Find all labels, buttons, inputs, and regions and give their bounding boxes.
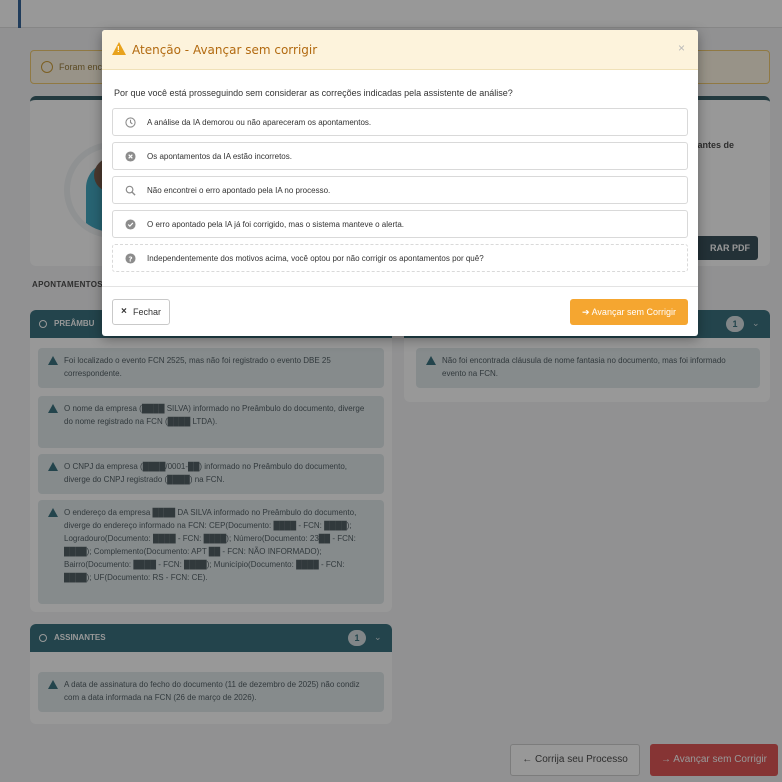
modal-advance-button-label: Avançar sem Corrigir (591, 307, 676, 317)
check-circle-icon (125, 219, 136, 230)
reason-option-label: A análise da IA demorou ou não aparecera… (147, 118, 372, 127)
close-button[interactable]: × Fechar (112, 299, 170, 325)
close-icon: × (121, 306, 127, 317)
reason-option-label: O erro apontado pela IA já foi corrigido… (147, 220, 405, 229)
reason-option-label: Independentemente dos motivos acima, voc… (147, 254, 484, 263)
search-icon (125, 185, 136, 196)
reason-option-label: Não encontrei o erro apontado pela IA no… (147, 186, 331, 195)
close-button-label: Fechar (133, 307, 162, 317)
modal-header: ! Atenção - Avançar sem corrigir × (102, 30, 698, 70)
warning-icon: ! (112, 42, 126, 55)
svg-text:?: ? (128, 254, 132, 263)
question-circle-icon: ? (125, 253, 136, 264)
reason-option-delay[interactable]: A análise da IA demorou ou não aparecera… (112, 108, 688, 136)
x-circle-icon (125, 151, 136, 162)
modal-footer: × Fechar ➔ Avançar sem Corrigir (102, 286, 698, 336)
reason-option-incorrect[interactable]: Os apontamentos da IA estão incorretos. (112, 142, 688, 170)
reason-option-label: Os apontamentos da IA estão incorretos. (147, 152, 292, 161)
arrow-right-icon: ➔ (582, 307, 592, 317)
modal-question: Por que você está prosseguindo sem consi… (114, 88, 513, 98)
reason-option-already-fixed[interactable]: O erro apontado pela IA já foi corrigido… (112, 210, 688, 238)
modal-advance-button[interactable]: ➔ Avançar sem Corrigir (570, 299, 688, 325)
reason-option-not-found[interactable]: Não encontrei o erro apontado pela IA no… (112, 176, 688, 204)
modal-title: Atenção - Avançar sem corrigir (132, 43, 318, 57)
reason-option-other[interactable]: ? Independentemente dos motivos acima, v… (112, 244, 688, 272)
advance-without-fix-modal: ! Atenção - Avançar sem corrigir × Por q… (102, 30, 698, 336)
clock-icon (125, 117, 136, 128)
close-icon[interactable]: × (678, 41, 685, 55)
